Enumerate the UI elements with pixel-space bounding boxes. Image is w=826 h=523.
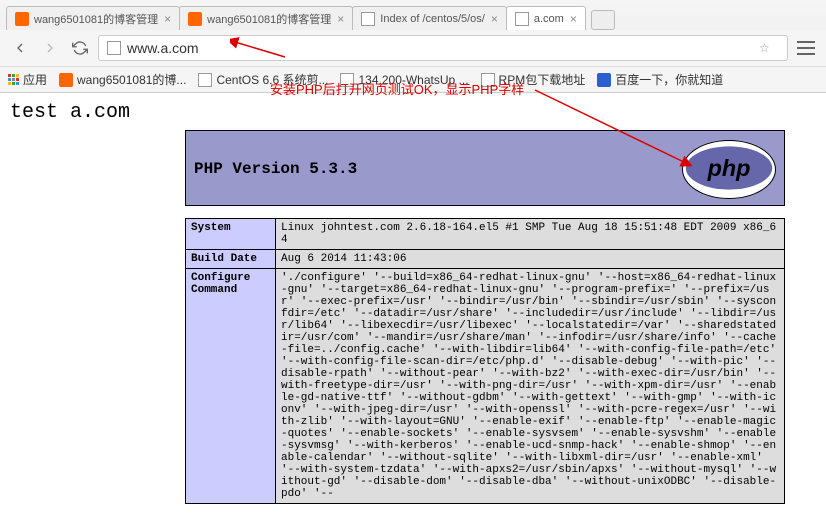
close-icon[interactable]: ×	[337, 12, 344, 26]
new-tab-button[interactable]	[591, 10, 615, 30]
tab-1[interactable]: wang6501081的博客管理 ×	[179, 6, 353, 30]
page-content: test a.com 安装PHP后打开网页测试OK，显示PHP字样 PHP Ve…	[0, 93, 826, 512]
apps-icon	[8, 74, 19, 85]
apps-label: 应用	[23, 71, 47, 88]
close-icon[interactable]: ×	[570, 12, 577, 26]
address-bar[interactable]: ☆	[98, 35, 788, 61]
bookmark-icon	[59, 73, 73, 87]
bookmark-icon	[597, 73, 611, 87]
tab-title: wang6501081的博客管理	[34, 11, 158, 27]
forward-button[interactable]	[38, 36, 62, 60]
page-heading: test a.com	[10, 101, 816, 124]
bookmark-label: wang6501081的博...	[77, 71, 186, 88]
tab-3[interactable]: a.com ×	[506, 6, 586, 30]
bookmark-label: 百度一下，你就知道	[615, 71, 723, 88]
phpinfo-panel: PHP Version 5.3.3 php System Linux johnt…	[185, 130, 785, 504]
menu-button[interactable]	[794, 36, 818, 60]
phpinfo-table: System Linux johntest.com 2.6.18-164.el5…	[185, 218, 785, 504]
annotation-text: 安装PHP后打开网页测试OK，显示PHP字样	[270, 79, 524, 98]
svg-text:php: php	[707, 155, 751, 181]
favicon-icon	[15, 12, 29, 26]
bookmark-star-icon[interactable]: ☆	[759, 41, 779, 55]
bookmark-item[interactable]: 百度一下，你就知道	[597, 71, 723, 88]
favicon-icon	[515, 12, 529, 26]
tab-0[interactable]: wang6501081的博客管理 ×	[6, 6, 180, 30]
tab-title: a.com	[534, 13, 564, 25]
info-val: Linux johntest.com 2.6.18-164.el5 #1 SMP…	[276, 219, 785, 250]
bookmark-icon	[198, 73, 212, 87]
php-header: PHP Version 5.3.3 php	[185, 130, 785, 206]
info-key: Configure Command	[186, 269, 276, 504]
favicon-icon	[188, 12, 202, 26]
table-row: Build Date Aug 6 2014 11:43:06	[186, 250, 785, 269]
site-icon	[107, 41, 121, 55]
info-val: './configure' '--build=x86_64-redhat-lin…	[276, 269, 785, 504]
back-button[interactable]	[8, 36, 32, 60]
tab-title: Index of /centos/5/os/	[380, 13, 485, 25]
url-input[interactable]	[127, 40, 759, 56]
favicon-icon	[361, 12, 375, 26]
bookmark-item[interactable]: wang6501081的博...	[59, 71, 186, 88]
apps-button[interactable]: 应用	[8, 71, 47, 88]
tab-title: wang6501081的博客管理	[207, 11, 331, 27]
php-version-text: PHP Version 5.3.3	[194, 160, 357, 178]
table-row: System Linux johntest.com 2.6.18-164.el5…	[186, 219, 785, 250]
reload-button[interactable]	[68, 36, 92, 60]
nav-bar: ☆	[0, 30, 826, 66]
info-key: System	[186, 219, 276, 250]
php-logo: php	[682, 140, 776, 199]
table-row: Configure Command './configure' '--build…	[186, 269, 785, 504]
info-key: Build Date	[186, 250, 276, 269]
close-icon[interactable]: ×	[491, 12, 498, 26]
close-icon[interactable]: ×	[164, 12, 171, 26]
tab-2[interactable]: Index of /centos/5/os/ ×	[352, 6, 507, 30]
tab-bar: wang6501081的博客管理 × wang6501081的博客管理 × In…	[0, 0, 826, 30]
info-val: Aug 6 2014 11:43:06	[276, 250, 785, 269]
